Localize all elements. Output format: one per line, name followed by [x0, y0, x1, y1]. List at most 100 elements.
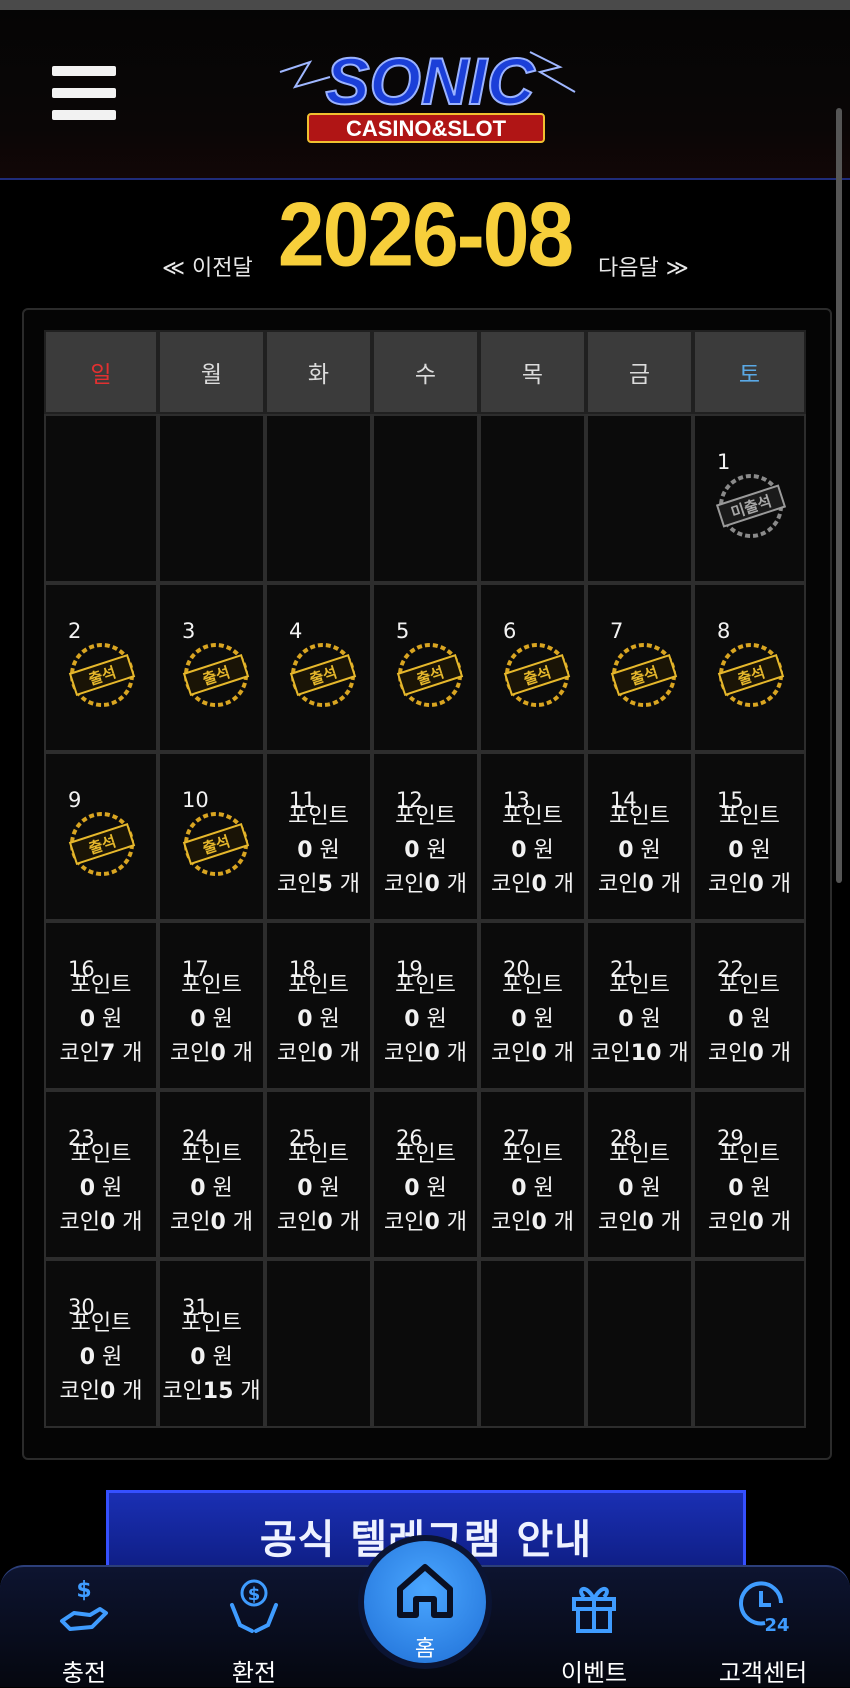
hamburger-menu-button[interactable]: [52, 66, 116, 124]
point-amount-line: 0 원: [160, 1003, 263, 1037]
point-amount-line: 0 원: [374, 834, 477, 868]
point-amount-line: 0 원: [374, 1003, 477, 1037]
day-cell[interactable]: 6 출석: [479, 583, 586, 752]
day-reward-info: 포인트 0 원 코인0 개: [588, 800, 691, 902]
nav-deposit[interactable]: $ 충전: [24, 1567, 144, 1687]
point-label: 포인트: [502, 973, 563, 998]
attended-stamp-icon: 출석: [68, 643, 136, 707]
month-navigation: ≪ 이전달 2026-08 다음달 ≫: [0, 180, 850, 290]
day-cell[interactable]: 18 포인트 0 원 코인0 개: [265, 921, 372, 1090]
point-label: 포인트: [288, 804, 349, 829]
day-cell[interactable]: 17 포인트 0 원 코인0 개: [158, 921, 265, 1090]
day-number: 22: [717, 957, 744, 981]
day-cell[interactable]: 7 출석: [586, 583, 693, 752]
gift-icon: [572, 1587, 616, 1633]
day-cell[interactable]: 3 출석: [158, 583, 265, 752]
day-number: 29: [717, 1126, 744, 1150]
empty-day-cell: [44, 414, 158, 583]
day-cell[interactable]: 20 포인트 0 원 코인0 개: [479, 921, 586, 1090]
day-cell[interactable]: 11 포인트 0 원 코인5 개: [265, 752, 372, 921]
point-amount: 0: [297, 1007, 313, 1032]
point-amount-line: 0 원: [267, 1172, 370, 1206]
day-cell[interactable]: 26 포인트 0 원 코인0 개: [372, 1090, 479, 1259]
day-cell[interactable]: 23 포인트 0 원 코인0 개: [44, 1090, 158, 1259]
day-number: 6: [503, 619, 517, 643]
day-cell[interactable]: 25 포인트 0 원 코인0 개: [265, 1090, 372, 1259]
day-number: 17: [182, 957, 209, 981]
day-number: 26: [396, 1126, 423, 1150]
next-month-link[interactable]: 다음달 ≫: [598, 250, 689, 282]
coin-line: 코인0 개: [695, 1037, 804, 1071]
won-unit: 원: [212, 1176, 233, 1201]
day-cell[interactable]: 29 포인트 0 원 코인0 개: [693, 1090, 806, 1259]
coin-label: 코인: [169, 1210, 211, 1235]
point-label: 포인트: [609, 1142, 670, 1167]
sonic-casino-logo[interactable]: SONIC CASINO&SLOT: [270, 32, 590, 152]
home-icon: [397, 1564, 453, 1618]
nav-event[interactable]: 이벤트: [534, 1567, 654, 1687]
day-number: 19: [396, 957, 423, 981]
point-amount-line: 0 원: [267, 1003, 370, 1037]
day-cell[interactable]: 2 출석: [44, 583, 158, 752]
coin-count: 0: [638, 872, 654, 897]
day-cell[interactable]: 9 출석: [44, 752, 158, 921]
nav-home-button[interactable]: 홈: [358, 1535, 492, 1669]
day-cell[interactable]: 22 포인트 0 원 코인0 개: [693, 921, 806, 1090]
point-amount-line: 0 원: [160, 1341, 263, 1375]
day-cell[interactable]: 27 포인트 0 원 코인0 개: [479, 1090, 586, 1259]
nav-event-label: 이벤트: [560, 1659, 628, 1687]
point-amount: 0: [404, 838, 420, 863]
coin-line: 코인0 개: [160, 1037, 263, 1071]
day-number: 16: [68, 957, 95, 981]
day-cell[interactable]: 5 출석: [372, 583, 479, 752]
day-cell[interactable]: 1 미출석: [693, 414, 806, 583]
nav-withdraw[interactable]: $ 환전: [194, 1567, 314, 1687]
coin-line: 코인0 개: [46, 1375, 156, 1409]
day-cell[interactable]: 15 포인트 0 원 코인0 개: [693, 752, 806, 921]
day-cell[interactable]: 30 포인트 0 원 코인0 개: [44, 1259, 158, 1428]
day-cell[interactable]: 12 포인트 0 원 코인0 개: [372, 752, 479, 921]
day-cell[interactable]: 10 출석: [158, 752, 265, 921]
point-amount-line: 0 원: [46, 1003, 156, 1037]
coin-line: 코인0 개: [481, 1037, 584, 1071]
point-label: 포인트: [719, 804, 780, 829]
day-cell[interactable]: 21 포인트 0 원 코인10 개: [586, 921, 693, 1090]
point-amount-line: 0 원: [267, 834, 370, 868]
attended-stamp-icon: 출석: [503, 643, 571, 707]
week-row: 1 미출석: [44, 414, 806, 583]
coin-label: 코인: [169, 1041, 211, 1066]
coin-label: 코인: [59, 1041, 100, 1066]
count-unit: 개: [339, 872, 361, 897]
day-cell[interactable]: 4 출석: [265, 583, 372, 752]
svg-text:$: $: [248, 1584, 261, 1605]
nav-support[interactable]: 24 고객센터: [703, 1567, 823, 1687]
coin-label: 코인: [276, 872, 318, 897]
point-amount: 0: [79, 1007, 96, 1032]
count-unit: 개: [553, 1210, 575, 1235]
point-amount: 0: [297, 1176, 313, 1201]
prev-month-link[interactable]: ≪ 이전달: [162, 250, 253, 282]
point-label: 포인트: [609, 973, 670, 998]
coin-line: 코인0 개: [160, 1206, 263, 1240]
coin-line: 코인0 개: [588, 868, 691, 902]
point-amount: 0: [79, 1345, 96, 1370]
day-cell[interactable]: 14 포인트 0 원 코인0 개: [586, 752, 693, 921]
day-cell[interactable]: 19 포인트 0 원 코인0 개: [372, 921, 479, 1090]
day-cell[interactable]: 24 포인트 0 원 코인0 개: [158, 1090, 265, 1259]
day-cell[interactable]: 16 포인트 0 원 코인7 개: [44, 921, 158, 1090]
attended-stamp-icon: 출석: [182, 643, 250, 707]
day-number: 13: [503, 788, 530, 812]
coin-count: 0: [317, 1210, 333, 1235]
coin-label: 코인: [707, 1210, 749, 1235]
point-label: 포인트: [70, 973, 132, 998]
day-number: 8: [717, 619, 731, 643]
point-amount-line: 0 원: [588, 834, 691, 868]
point-amount-line: 0 원: [481, 1172, 584, 1206]
day-cell[interactable]: 28 포인트 0 원 코인0 개: [586, 1090, 693, 1259]
coin-count: 5: [317, 872, 333, 897]
coin-line: 코인0 개: [267, 1037, 370, 1071]
day-cell[interactable]: 8 출석: [693, 583, 806, 752]
day-cell[interactable]: 13 포인트 0 원 코인0 개: [479, 752, 586, 921]
day-number: 23: [68, 1126, 95, 1150]
day-cell[interactable]: 31 포인트 0 원 코인15 개: [158, 1259, 265, 1428]
